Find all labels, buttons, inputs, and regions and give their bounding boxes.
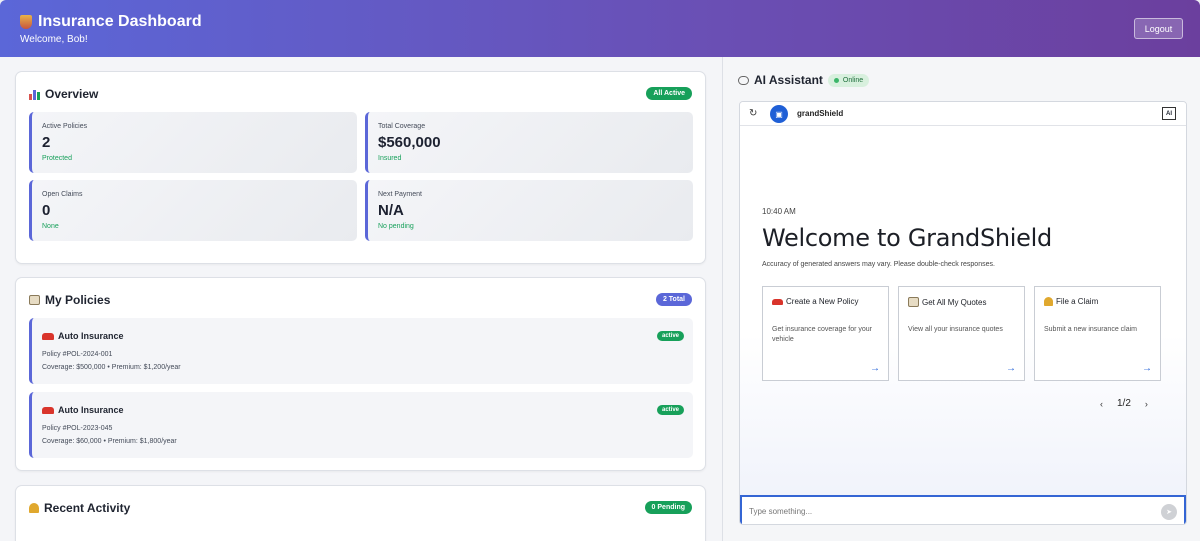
logout-button[interactable]: Logout: [1134, 18, 1183, 39]
online-status-text: Online: [842, 76, 864, 84]
policy-details: Coverage: $60,000 • Premium: $1,800/year: [42, 438, 177, 445]
overview-status-badge: All Active: [646, 87, 692, 100]
quick-action-title-text: Get All My Quotes: [922, 297, 987, 307]
shield-icon: [20, 15, 32, 29]
bot-avatar: ▣: [770, 105, 788, 123]
message-timestamp: 10:40 AM: [762, 207, 796, 216]
overview-card: Overview All Active Active Policies 2 Pr…: [15, 71, 706, 264]
stat-open-claims: Open Claims 0 None: [29, 180, 357, 241]
arrow-right-icon: →: [1006, 363, 1016, 374]
app-title-text: Insurance Dashboard: [38, 13, 202, 30]
quick-action-file-claim[interactable]: File a Claim Submit a new insurance clai…: [1034, 286, 1161, 381]
overview-title-text: Overview: [45, 87, 99, 101]
stat-label: Next Payment: [378, 191, 422, 198]
stat-active-policies: Active Policies 2 Protected: [29, 112, 357, 173]
policy-title: Auto Insurance: [42, 331, 124, 341]
policies-card: My Policies 2 Total Auto Insurance Polic…: [15, 277, 706, 471]
activity-title: Recent Activity: [29, 501, 130, 515]
policy-title: Auto Insurance: [42, 405, 124, 415]
policy-title-text: Auto Insurance: [58, 331, 124, 341]
app-header: Insurance Dashboard Welcome, Bob! Logout: [0, 0, 1200, 57]
bell-icon: [29, 503, 39, 513]
overview-title: Overview: [29, 87, 98, 101]
quick-action-create-policy[interactable]: Create a New Policy Get insurance covera…: [762, 286, 889, 381]
quick-action-desc: Submit a new insurance claim: [1044, 326, 1137, 333]
assistant-title: AI Assistant: [754, 73, 823, 87]
stat-sub: Insured: [378, 155, 402, 162]
speech-bubble-icon: [738, 75, 749, 85]
stat-next-payment: Next Payment N/A No pending: [365, 180, 693, 241]
stat-label: Active Policies: [42, 123, 88, 130]
activity-pending-badge: 0 Pending: [644, 501, 692, 514]
car-icon: [42, 332, 54, 340]
quick-action-desc: View all your insurance quotes: [908, 326, 1003, 333]
policy-details: Coverage: $500,000 • Premium: $1,200/yea…: [42, 364, 181, 371]
chat-bot-icon: ▣: [775, 109, 783, 119]
refresh-icon[interactable]: ↻: [749, 108, 757, 119]
assistant-panel: AI Assistant Online ↻ ▣ grandShield AI 1…: [722, 57, 1200, 541]
stat-sub: No pending: [378, 223, 414, 230]
car-icon: [42, 406, 54, 414]
stat-value: N/A: [378, 202, 404, 219]
quick-action-title: File a Claim: [1044, 297, 1098, 306]
bar-chart-icon: [29, 89, 40, 100]
stat-label: Open Claims: [42, 191, 83, 198]
activity-title-text: Recent Activity: [44, 501, 131, 515]
policy-status-badge: active: [656, 405, 684, 415]
policy-item[interactable]: Auto Insurance Policy #POL-2023-045 Cove…: [29, 392, 693, 458]
arrow-right-icon: →: [1142, 363, 1152, 374]
policy-title-text: Auto Insurance: [58, 405, 124, 415]
status-dot-icon: [833, 77, 839, 83]
quick-action-title: Get All My Quotes: [908, 297, 986, 307]
send-icon[interactable]: ➤: [1161, 504, 1177, 520]
policy-number: Policy #POL-2024-001: [42, 351, 113, 358]
disclaimer-text: Accuracy of generated answers may vary. …: [762, 261, 995, 268]
stat-label: Total Coverage: [378, 123, 426, 130]
quick-action-pager: ‹ 1/2 ›: [1100, 398, 1148, 409]
ai-label-badge: AI: [1162, 107, 1176, 120]
chat-toolbar: ↻ ▣ grandShield AI: [740, 102, 1186, 126]
stat-value: 0: [42, 202, 51, 219]
welcome-text: Welcome, Bob!: [20, 34, 88, 45]
activity-card: Recent Activity 0 Pending: [15, 485, 706, 541]
bot-name: grandShield: [797, 109, 844, 118]
stat-sub: Protected: [42, 155, 72, 162]
chevron-right-icon[interactable]: ›: [1145, 399, 1148, 409]
welcome-heading: Welcome to GrandShield: [762, 224, 1052, 252]
stat-value: 2: [42, 134, 51, 151]
bell-icon: [1044, 297, 1053, 306]
policy-number: Policy #POL-2023-045: [42, 425, 113, 432]
assistant-header: AI Assistant Online: [738, 73, 870, 87]
clipboard-icon: [908, 297, 919, 307]
quick-action-desc: Get insurance coverage for your vehicle: [772, 326, 872, 343]
chevron-left-icon[interactable]: ‹: [1100, 399, 1103, 409]
chat-input[interactable]: [749, 504, 1149, 518]
stat-value: $560,000: [378, 134, 441, 151]
policies-title-text: My Policies: [45, 293, 111, 307]
main-content: Overview All Active Active Policies 2 Pr…: [0, 57, 722, 541]
stat-total-coverage: Total Coverage $560,000 Insured: [365, 112, 693, 173]
chat-window: ↻ ▣ grandShield AI 10:40 AM Welcome to G…: [739, 101, 1187, 525]
pager-label: 1/2: [1117, 398, 1131, 409]
quick-action-title: Create a New Policy: [772, 297, 858, 306]
app-title: Insurance Dashboard: [20, 13, 202, 31]
policies-title: My Policies: [29, 293, 110, 307]
arrow-right-icon: →: [870, 363, 880, 374]
online-status-badge: Online: [827, 73, 870, 87]
policies-count-badge: 2 Total: [655, 293, 692, 306]
quick-action-get-quotes[interactable]: Get All My Quotes View all your insuranc…: [898, 286, 1025, 381]
policy-status-badge: active: [656, 331, 684, 341]
quick-action-title-text: File a Claim: [1056, 297, 1099, 306]
chat-input-area: ➤: [740, 495, 1186, 524]
stat-sub: None: [42, 223, 59, 230]
car-icon: [772, 298, 783, 305]
quick-action-title-text: Create a New Policy: [786, 297, 859, 306]
policy-item[interactable]: Auto Insurance Policy #POL-2024-001 Cove…: [29, 318, 693, 384]
clipboard-icon: [29, 295, 40, 305]
